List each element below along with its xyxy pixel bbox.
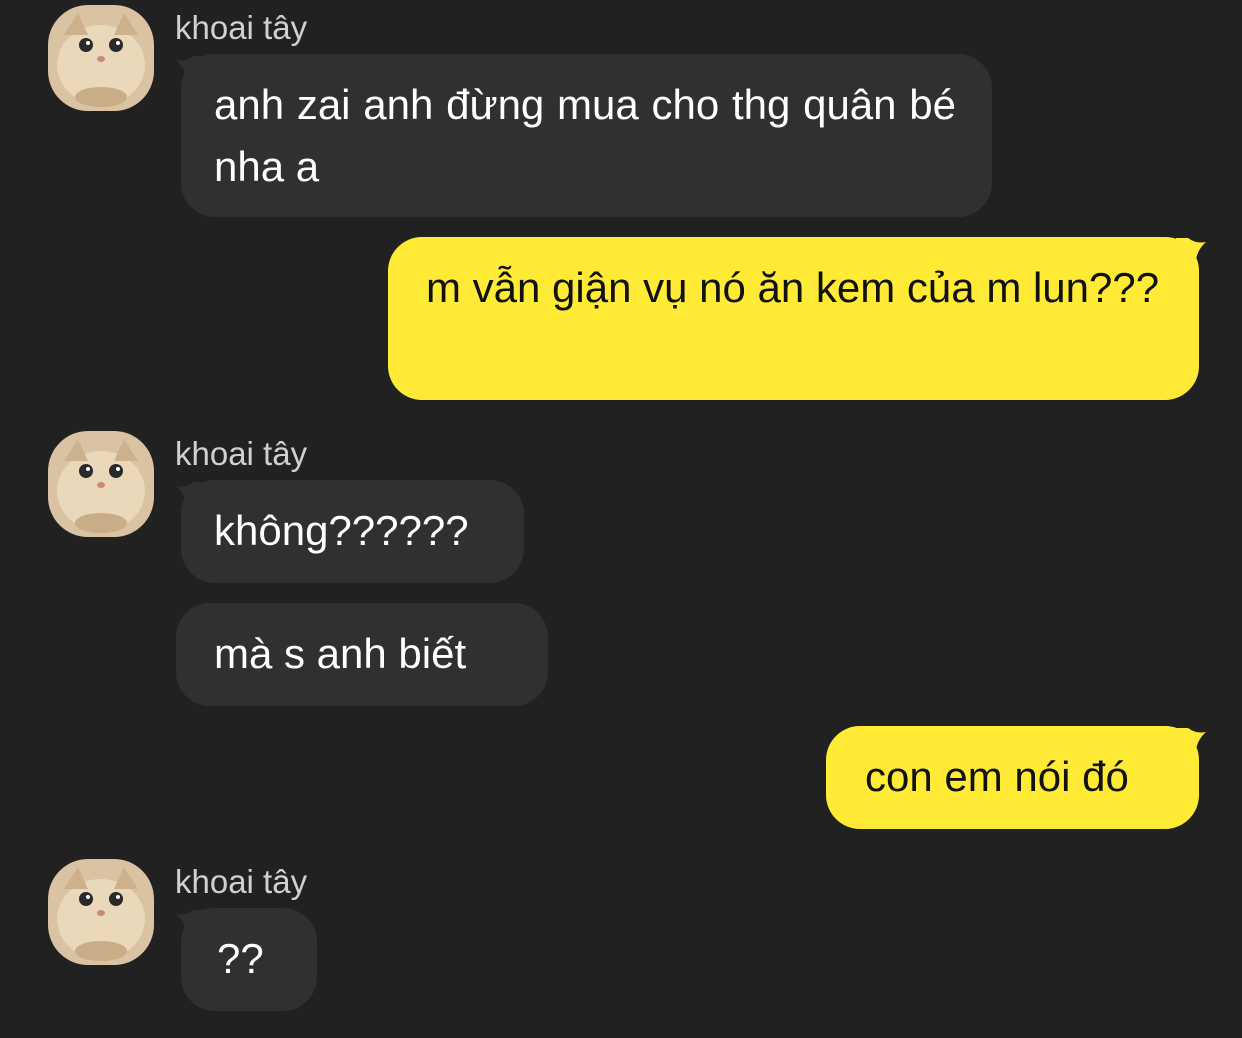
- cat-avatar-icon[interactable]: [48, 859, 154, 965]
- incoming-message-bubble[interactable]: không??????: [181, 480, 524, 583]
- cat-avatar-icon[interactable]: [48, 5, 154, 111]
- incoming-message-bubble[interactable]: anh zai anh đừng mua cho thg quân bé nha…: [181, 54, 992, 217]
- incoming-message-bubble[interactable]: mà s anh biết: [176, 603, 548, 706]
- sender-name: khoai tây: [175, 9, 308, 46]
- outgoing-message-bubble[interactable]: m vẫn giận vụ nó ăn kem của m lun???: [388, 237, 1199, 400]
- sender-name: khoai tây: [175, 435, 308, 472]
- incoming-message-bubble[interactable]: ??: [181, 908, 317, 1011]
- outgoing-message-bubble[interactable]: con em nói đó: [826, 726, 1199, 829]
- sender-name: khoai tây: [175, 863, 308, 900]
- cat-avatar-icon[interactable]: [48, 431, 154, 537]
